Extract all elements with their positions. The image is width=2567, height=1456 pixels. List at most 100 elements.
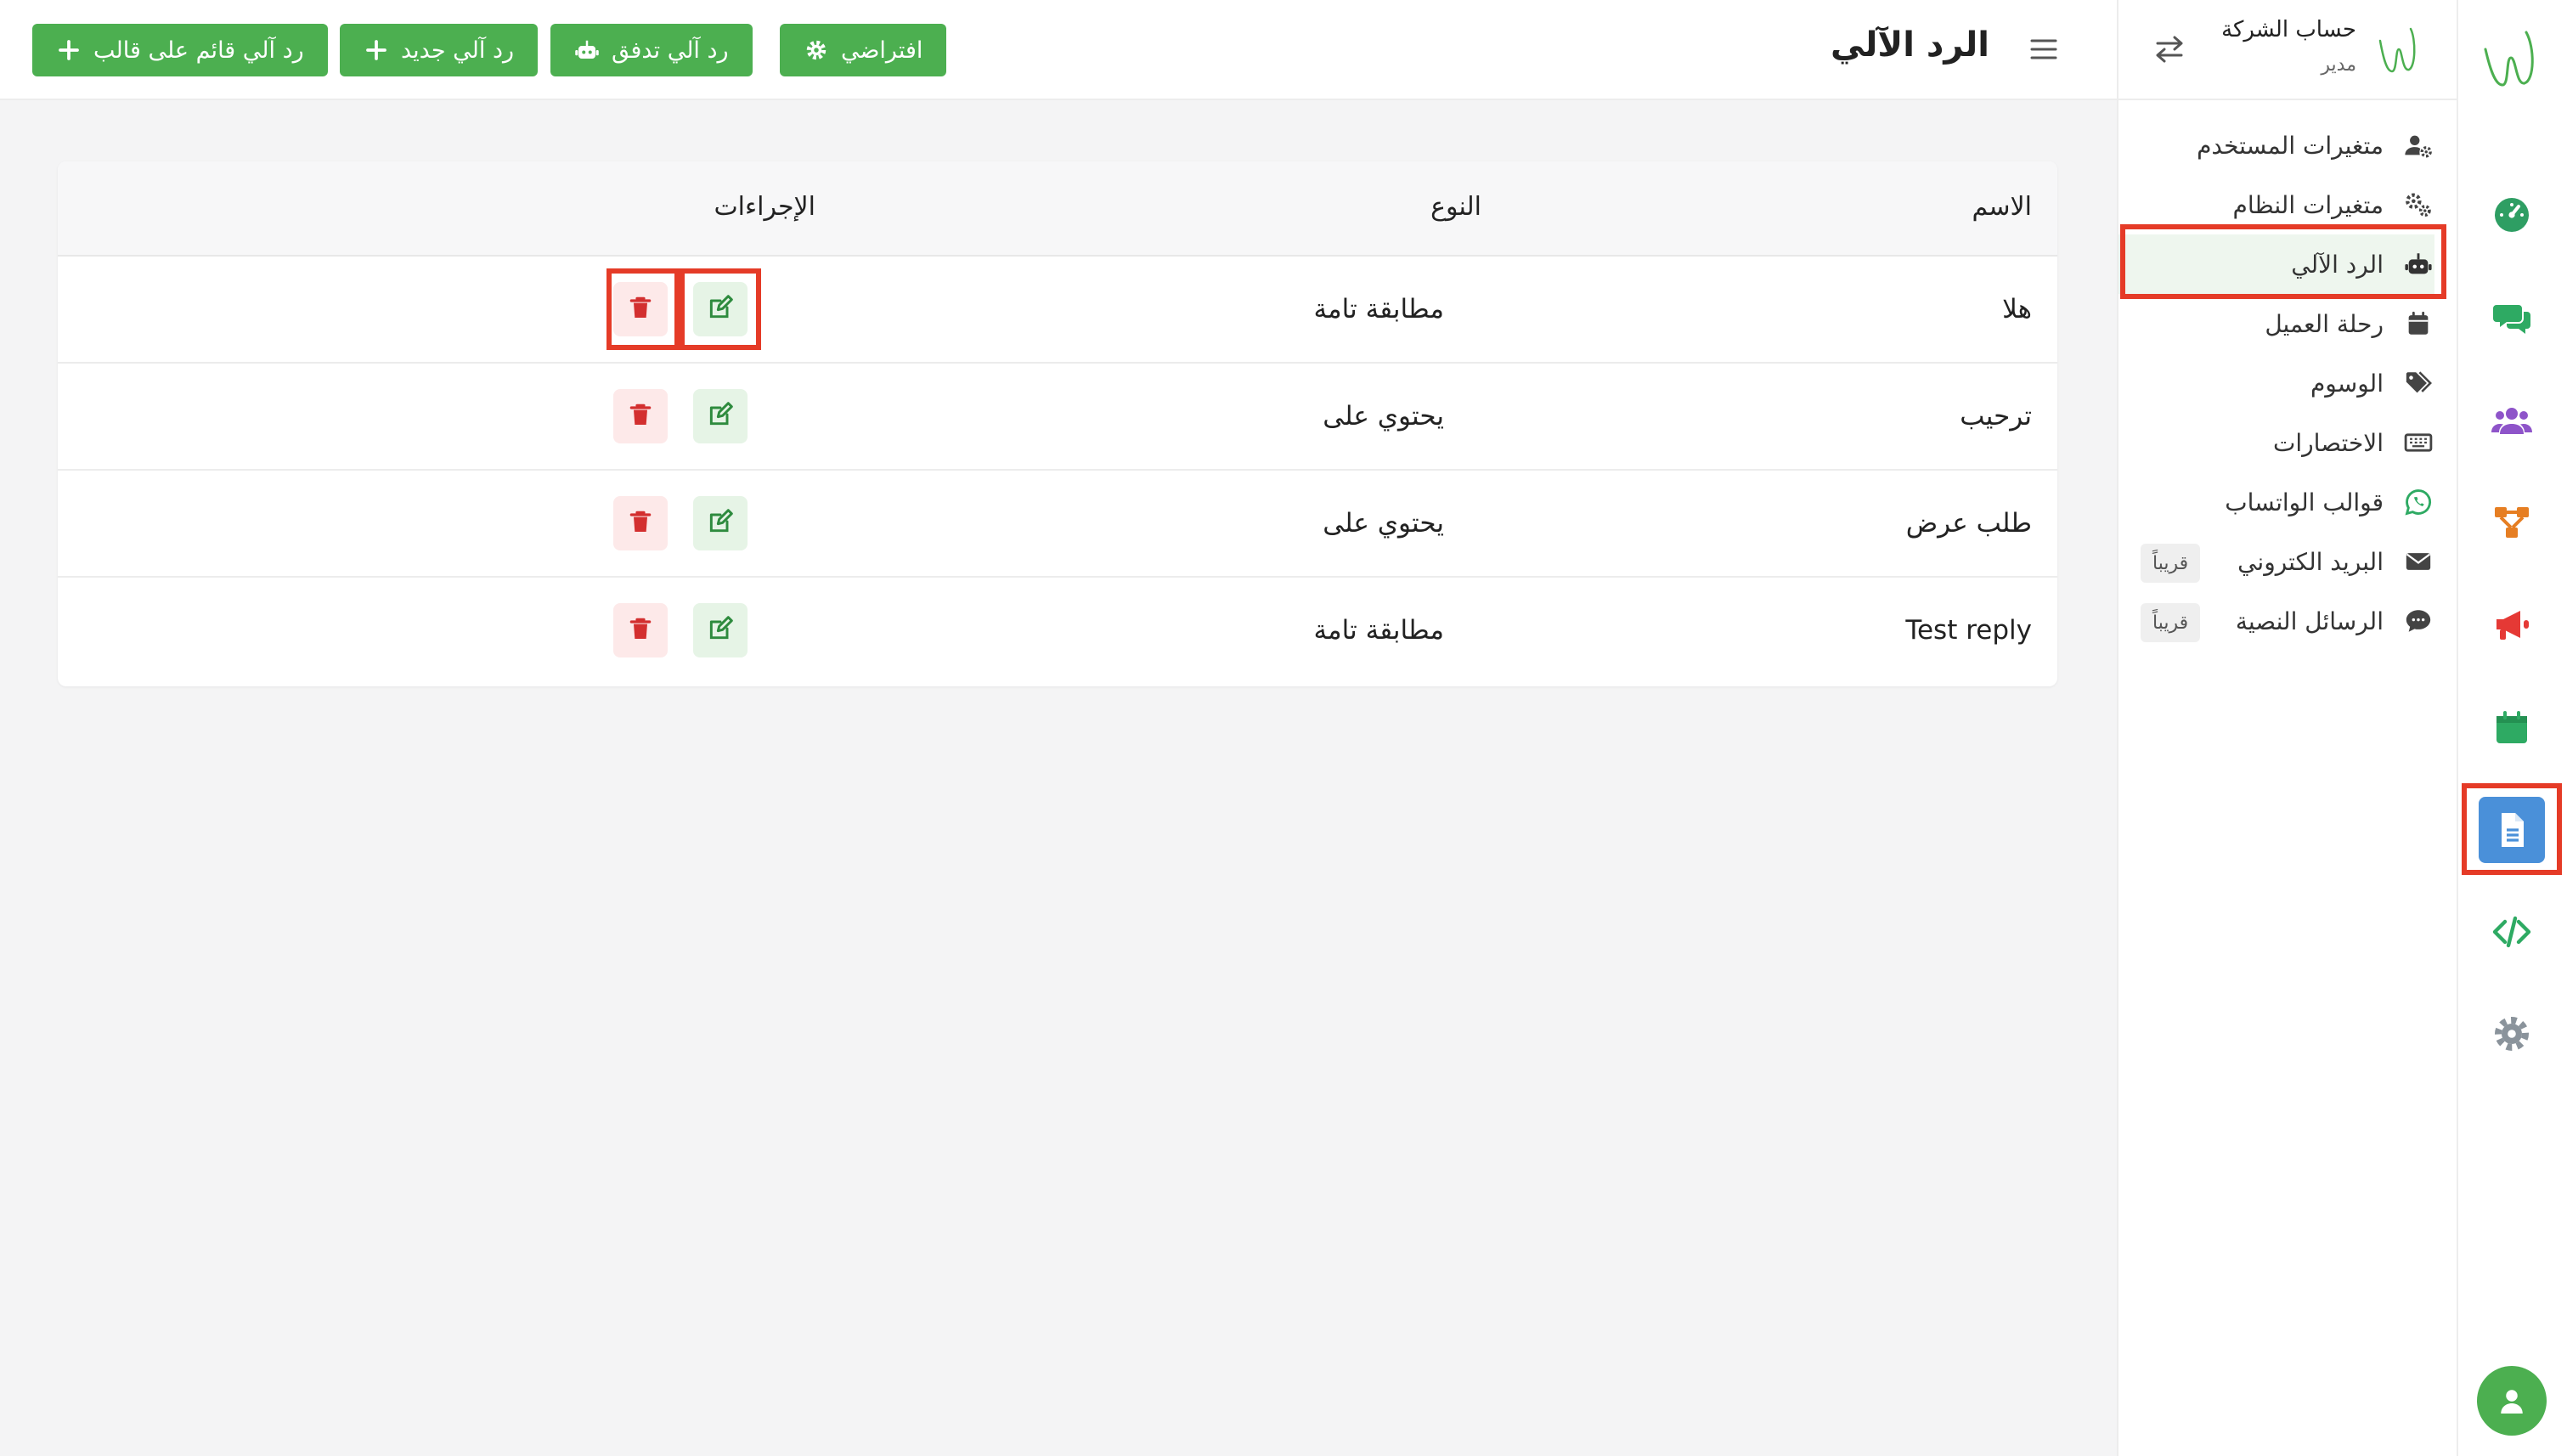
table-row: هلا مطابقة تامة	[58, 257, 2057, 364]
edit-icon	[707, 508, 734, 539]
edit-button-highlight	[680, 268, 761, 350]
edit-icon	[707, 401, 734, 432]
edit-button[interactable]	[693, 389, 748, 443]
whatsapp-icon	[2402, 486, 2434, 518]
app-root: رد آلي قائم على قالب رد آلي جديد رد آلي …	[0, 0, 2567, 1456]
column-type-header: النوع	[1430, 192, 1481, 222]
chat-bubbles-icon	[2493, 305, 2530, 334]
user-gear-icon	[2402, 129, 2434, 161]
active-rail-highlight	[2462, 783, 2562, 875]
sidebar-item-label: الرسائل النصية	[2235, 607, 2384, 635]
rail-flows[interactable]	[2479, 489, 2545, 556]
column-name-header: الاسم	[1972, 192, 2032, 222]
robot-icon	[575, 40, 599, 59]
sidebar-item[interactable]: قوالب الواتساب	[2118, 472, 2434, 532]
coming-soon-badge: قريباً	[2141, 603, 2201, 642]
envelope-icon	[2402, 545, 2434, 578]
rail-campaigns[interactable]	[2479, 591, 2545, 657]
sidebar-item[interactable]: الوسوم	[2118, 353, 2434, 413]
calendar-icon	[2402, 308, 2434, 340]
rail-dashboard[interactable]	[2479, 182, 2545, 248]
cell-type: مطابقة تامة	[1313, 615, 1444, 646]
new-autoreply-label: رد آلي جديد	[401, 37, 515, 64]
user-icon	[2501, 1390, 2523, 1414]
flow-autoreply-label: رد آلي تدفق	[612, 37, 729, 64]
sidebar-item[interactable]: رحلة العميل	[2118, 294, 2434, 353]
table-row: ترحيب يحتوي على	[58, 364, 2057, 471]
switch-account-icon[interactable]	[2152, 34, 2186, 65]
sidebar-item-label: البريد الكتروني	[2237, 547, 2384, 576]
delete-button[interactable]	[613, 389, 668, 443]
sidebar-item[interactable]: متغيرات المستخدم	[2118, 116, 2434, 175]
code-icon	[2492, 916, 2531, 948]
users-icon	[2491, 408, 2532, 434]
default-button[interactable]: افتراضي	[780, 24, 947, 76]
icon-rail	[2457, 0, 2567, 1456]
default-label: افتراضي	[841, 37, 923, 64]
cell-type: يحتوي على	[1323, 508, 1444, 539]
account-switcher[interactable]: حساب الشركة مدير	[2118, 0, 2457, 100]
delete-button-highlight	[606, 268, 680, 350]
user-profile-button[interactable]	[2477, 1366, 2547, 1436]
edit-button[interactable]	[693, 496, 748, 550]
megaphone-icon	[2496, 611, 2529, 640]
cell-name: طلب عرض	[1905, 508, 2032, 539]
sidebar-item-label: متغيرات المستخدم	[2197, 131, 2384, 160]
account-role: مدير	[2321, 54, 2356, 76]
rail-conversations[interactable]	[2479, 285, 2545, 352]
sms-icon	[2402, 605, 2434, 637]
cell-type: يحتوي على	[1323, 401, 1444, 432]
active-menu-highlight	[2120, 224, 2446, 299]
sidebar-item-label: الاختصارات	[2273, 428, 2384, 457]
template-autoreply-label: رد آلي قائم على قالب	[93, 37, 304, 64]
plus-icon	[59, 40, 79, 60]
account-name: حساب الشركة	[2221, 17, 2356, 42]
trash-icon	[627, 508, 654, 539]
rail-calendar[interactable]	[2479, 695, 2545, 761]
sidebar-item-label: متغيرات النظام	[2232, 190, 2384, 219]
cell-type: مطابقة تامة	[1313, 294, 1444, 324]
table-row: طلب عرض يحتوي على	[58, 471, 2057, 578]
edit-icon	[707, 615, 734, 646]
plus-icon	[366, 40, 386, 60]
settings-sidebar: حساب الشركة مدير متغيرات المستخدم متغيرات…	[2117, 0, 2457, 1456]
sidebar-item-label: رحلة العميل	[2265, 309, 2384, 338]
flow-autoreply-button[interactable]: رد آلي تدفق	[550, 24, 753, 76]
brand-logo[interactable]	[2477, 24, 2547, 93]
rail-developer[interactable]	[2479, 899, 2545, 965]
cell-name: هلا	[2002, 294, 2032, 324]
keyboard-icon	[2402, 426, 2434, 459]
gear-icon	[2495, 1017, 2529, 1051]
sidebar-item[interactable]: الاختصارات	[2118, 413, 2434, 472]
sidebar-item-label: الوسوم	[2310, 369, 2384, 398]
autoreply-table: الاسم النوع الإجراءات هلا مطابقة تامة ترحي…	[58, 161, 2057, 686]
trash-icon	[627, 401, 654, 432]
delete-button[interactable]	[613, 603, 668, 657]
gauge-icon	[2495, 198, 2529, 232]
top-header: رد آلي قائم على قالب رد آلي جديد رد آلي …	[0, 0, 2117, 100]
sidebar-item[interactable]: البريد الكتروني قريباً	[2118, 532, 2434, 591]
cell-name: Test reply	[1905, 615, 2032, 646]
gear-icon	[806, 40, 827, 60]
tags-icon	[2402, 367, 2434, 399]
sidebar-item-label: قوالب الواتساب	[2225, 488, 2384, 516]
cell-name: ترحيب	[1960, 401, 2032, 432]
table-row: Test reply مطابقة تامة	[58, 578, 2057, 685]
calendar-icon	[2496, 711, 2527, 743]
coming-soon-badge: قريباً	[2141, 544, 2201, 583]
hamburger-menu-icon[interactable]	[2030, 37, 2057, 61]
company-logo	[2378, 27, 2416, 73]
page-title: الرد الآلي	[1830, 25, 1989, 65]
delete-button[interactable]	[613, 496, 668, 550]
rail-contacts[interactable]	[2479, 387, 2545, 454]
flow-diagram-icon	[2495, 507, 2529, 538]
column-actions-header: الإجراءات	[714, 192, 815, 222]
rail-settings[interactable]	[2479, 1001, 2545, 1067]
gears-icon	[2402, 189, 2434, 221]
template-autoreply-button[interactable]: رد آلي قائم على قالب	[32, 24, 328, 76]
table-header: الاسم النوع الإجراءات	[58, 161, 2057, 257]
sidebar-item[interactable]: الرسائل النصية قريباً	[2118, 591, 2434, 651]
edit-button[interactable]	[693, 603, 748, 657]
trash-icon	[627, 615, 654, 646]
new-autoreply-button[interactable]: رد آلي جديد	[340, 24, 539, 76]
